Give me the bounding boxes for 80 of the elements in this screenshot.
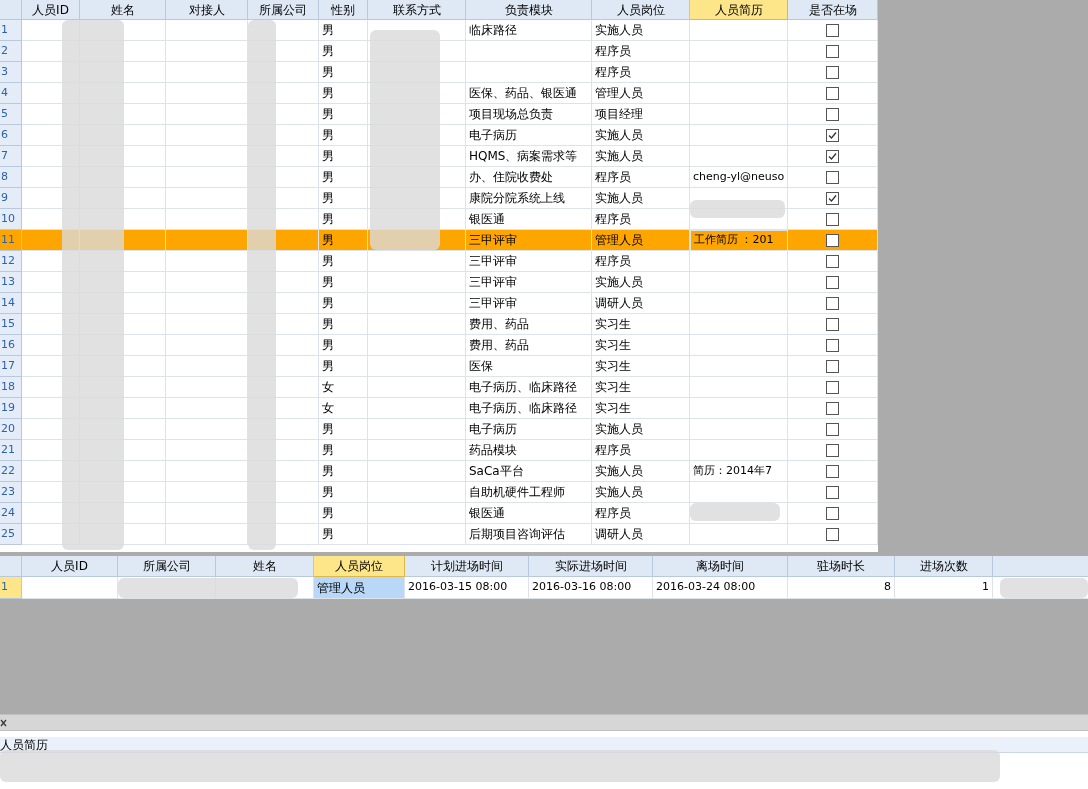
row-number: 24: [0, 503, 22, 524]
row-number: 2: [0, 41, 22, 62]
column-header[interactable]: 联系方式: [368, 0, 466, 20]
checkbox[interactable]: [826, 107, 839, 121]
column-header[interactable]: 驻场时长: [788, 556, 895, 577]
row-number: 11: [0, 230, 22, 251]
checkbox[interactable]: [826, 191, 839, 205]
column-header[interactable]: 姓名: [80, 0, 166, 20]
table-cell: 2016-03-15 08:00: [405, 577, 529, 599]
row-number: 5: [0, 104, 22, 125]
checkbox[interactable]: [826, 317, 839, 331]
table-cell: 男: [319, 524, 368, 545]
column-header[interactable]: 所属公司: [248, 0, 319, 20]
checkbox[interactable]: [826, 422, 839, 436]
row-number: 10: [0, 209, 22, 230]
row-number: 20: [0, 419, 22, 440]
row-number: 13: [0, 272, 22, 293]
checkbox[interactable]: [826, 485, 839, 499]
column-header[interactable]: 实际进场时间: [529, 556, 653, 577]
checkbox[interactable]: [826, 527, 839, 541]
row-number: 14: [0, 293, 22, 314]
checkbox[interactable]: [826, 23, 839, 37]
checkbox[interactable]: [826, 275, 839, 289]
row-number: 1: [0, 577, 22, 599]
column-header[interactable]: 是否在场: [788, 0, 878, 20]
checkbox[interactable]: [826, 86, 839, 100]
column-header[interactable]: 姓名: [216, 556, 314, 577]
checkbox[interactable]: [826, 380, 839, 394]
row-number: 12: [0, 251, 22, 272]
row-number: 9: [0, 188, 22, 209]
checkbox[interactable]: [826, 212, 839, 226]
table-cell: 管理人员: [314, 577, 405, 599]
row-number: 4: [0, 83, 22, 104]
row-number: 16: [0, 335, 22, 356]
checkbox[interactable]: [826, 443, 839, 457]
checkbox[interactable]: [826, 506, 839, 520]
checkbox[interactable]: [826, 296, 839, 310]
row-number: 3: [0, 62, 22, 83]
row-number: 21: [0, 440, 22, 461]
row-number: 17: [0, 356, 22, 377]
checkbox[interactable]: [826, 149, 839, 163]
checkbox[interactable]: [826, 44, 839, 58]
table-cell: 2016-03-16 08:00: [529, 577, 653, 599]
checkbox[interactable]: [826, 233, 839, 247]
column-header[interactable]: 人员ID: [22, 556, 118, 577]
column-header[interactable]: 人员简历: [690, 0, 788, 20]
table-cell: 工作简历 ：201: [690, 230, 788, 251]
row-number: 8: [0, 167, 22, 188]
checkbox[interactable]: [826, 359, 839, 373]
table-cell: 调研人员: [592, 524, 690, 545]
row-number: 22: [0, 461, 22, 482]
checkbox[interactable]: [826, 170, 839, 184]
table-cell: 2016-03-24 08:00: [653, 577, 788, 599]
checkbox[interactable]: [826, 128, 839, 142]
row-number: 18: [0, 377, 22, 398]
column-header[interactable]: 负责模块: [466, 0, 592, 20]
row-number: 6: [0, 125, 22, 146]
column-header[interactable]: 人员岗位: [314, 556, 405, 577]
row-number: 7: [0, 146, 22, 167]
panel-label: 人员简历: [0, 736, 48, 754]
table-cell: 8: [788, 577, 895, 599]
column-header[interactable]: 所属公司: [118, 556, 216, 577]
row-number: 23: [0, 482, 22, 503]
column-header[interactable]: 人员ID: [22, 0, 80, 20]
column-header[interactable]: 计划进场时间: [405, 556, 529, 577]
checkbox[interactable]: [826, 254, 839, 268]
checkbox[interactable]: [826, 338, 839, 352]
checkbox[interactable]: [826, 65, 839, 79]
row-number: 15: [0, 314, 22, 335]
column-header[interactable]: 人员岗位: [592, 0, 690, 20]
row-number: 19: [0, 398, 22, 419]
column-header[interactable]: 进场次数: [895, 556, 993, 577]
table-cell: 后期项目咨询评估: [466, 524, 592, 545]
column-header[interactable]: 对接人: [166, 0, 248, 20]
row-number: 25: [0, 524, 22, 545]
column-header[interactable]: 性别: [319, 0, 368, 20]
row-number: 1: [0, 20, 22, 41]
checkbox[interactable]: [826, 401, 839, 415]
checkbox[interactable]: [826, 464, 839, 478]
column-header[interactable]: 离场时间: [653, 556, 788, 577]
